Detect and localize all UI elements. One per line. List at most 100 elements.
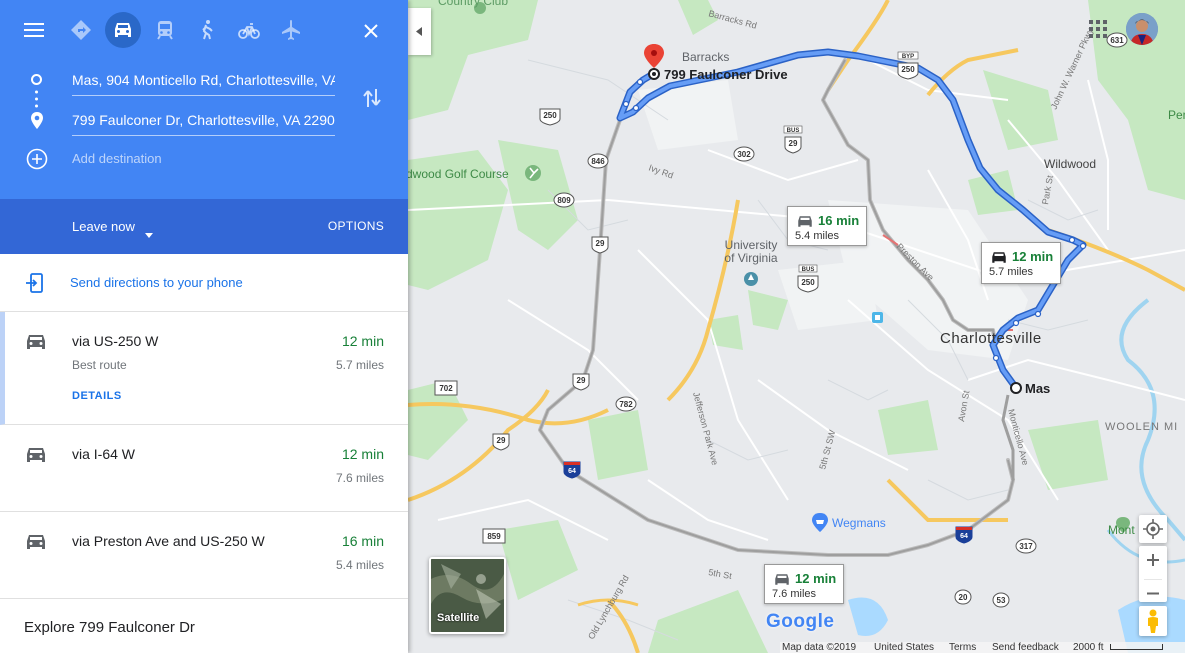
region-label[interactable]: United States: [874, 642, 934, 653]
map-background[interactable]: 250 250 250 29 29 29 29 64 64 846 302 80…: [408, 0, 1185, 653]
scale-bar[interactable]: [1110, 644, 1163, 650]
transit-icon[interactable]: [147, 12, 183, 48]
route-time: 12 min: [341, 333, 384, 349]
destination-pin-icon: [30, 112, 44, 130]
svg-text:29: 29: [596, 239, 605, 248]
map-label-pen: Pen: [1168, 108, 1185, 122]
directions-icon[interactable]: [63, 12, 99, 48]
route-option-3[interactable]: via Preston Ave and US-250 W 16 min 5.4 …: [0, 512, 408, 599]
avatar[interactable]: [1126, 13, 1158, 45]
send-directions-link[interactable]: Send directions to your phone: [70, 275, 243, 290]
svg-text:317: 317: [1019, 542, 1033, 551]
route-distance: 5.4 miles: [335, 558, 384, 572]
route-option-1[interactable]: via US-250 W Best route DETAILS 12 min 5…: [0, 312, 408, 425]
svg-text:250: 250: [543, 111, 557, 120]
callout-distance: 5.7 miles: [989, 266, 1034, 278]
leave-now-dropdown[interactable]: Leave now: [72, 219, 135, 234]
map-label-woolen: WOOLEN MI: [1105, 421, 1179, 433]
send-to-phone-icon: [25, 273, 45, 293]
origin-circle-icon: [31, 74, 42, 85]
svg-text:29: 29: [789, 139, 798, 148]
callout-distance: 7.6 miles: [772, 588, 817, 600]
car-icon: [798, 216, 812, 227]
leave-options-bar: Leave now OPTIONS: [0, 199, 408, 254]
street-view-button[interactable]: [1139, 606, 1167, 636]
add-circle-icon[interactable]: [26, 148, 48, 170]
route-time: 12 min: [341, 446, 384, 462]
route-note: Best route: [72, 358, 127, 372]
google-logo: Google: [766, 611, 835, 632]
flight-icon[interactable]: [273, 12, 309, 48]
svg-text:BUS: BUS: [787, 128, 800, 134]
collapse-panel-button[interactable]: [408, 8, 431, 55]
map-label-club: Country Club: [438, 0, 509, 8]
zoom-out-icon[interactable]: [1139, 580, 1167, 607]
map-label-monti: Mont: [1108, 523, 1135, 537]
details-link[interactable]: DETAILS: [72, 390, 122, 402]
svg-text:20: 20: [959, 593, 968, 602]
route-via: via US-250 W: [72, 333, 159, 349]
travel-mode-bar: [0, 12, 408, 52]
satellite-label: Satellite: [437, 612, 480, 624]
svg-text:BYP: BYP: [902, 54, 914, 60]
send-to-phone-row[interactable]: Send directions to your phone: [0, 254, 408, 312]
svg-text:64: 64: [568, 468, 576, 475]
route-option-2[interactable]: via I-64 W 12 min 7.6 miles: [0, 425, 408, 512]
car-icon: [992, 252, 1006, 263]
my-location-icon: [1143, 519, 1163, 539]
my-location-button[interactable]: [1139, 515, 1167, 543]
walk-icon[interactable]: [189, 12, 225, 48]
map-label-wegmans: Wegmans: [832, 516, 886, 530]
options-button[interactable]: OPTIONS: [328, 219, 384, 233]
car-icon: [24, 445, 48, 465]
svg-text:250: 250: [801, 278, 815, 287]
callout-time: 12 min: [795, 571, 837, 586]
car-icon[interactable]: [105, 12, 141, 48]
car-icon: [775, 574, 789, 585]
explore-heading: Explore 799 Faulconer Dr: [24, 619, 195, 636]
scale-label[interactable]: 2000 ft: [1073, 642, 1104, 653]
map-label-wildwood: Wildwood: [1044, 157, 1097, 171]
destination-input[interactable]: 799 Faulconer Dr, Charlottesville, VA 22…: [72, 110, 335, 136]
svg-text:29: 29: [577, 376, 586, 385]
satellite-toggle[interactable]: Satellite: [429, 557, 506, 634]
svg-text:846: 846: [591, 157, 605, 166]
pegman-icon: [1148, 609, 1158, 633]
directions-panel: Mas, 904 Monticello Rd, Charlottesville,…: [0, 0, 408, 653]
route-via: via Preston Ave and US-250 W: [72, 533, 265, 549]
bike-icon[interactable]: [231, 12, 267, 48]
route-callout-3[interactable]: 12 min 7.6 miles: [764, 564, 844, 604]
route-distance: 5.7 miles: [335, 358, 384, 372]
origin-map-label[interactable]: Mas: [1025, 381, 1050, 396]
apps-grid-icon[interactable]: [1089, 20, 1107, 38]
callout-distance: 5.4 miles: [795, 230, 840, 242]
route-distance: 7.6 miles: [335, 471, 384, 485]
destination-map-label[interactable]: 799 Faulconer Drive: [664, 67, 788, 82]
close-icon[interactable]: [362, 22, 380, 40]
menu-icon[interactable]: [24, 22, 46, 38]
route-callout-2[interactable]: 12 min 5.7 miles: [981, 242, 1061, 284]
svg-text:250: 250: [901, 65, 915, 74]
svg-text:302: 302: [737, 150, 751, 159]
route-time: 16 min: [341, 533, 384, 549]
zoom-controls: [1139, 546, 1167, 602]
svg-text:64: 64: [960, 533, 968, 540]
svg-text:29: 29: [497, 436, 506, 445]
route-callout-1[interactable]: 16 min 5.4 miles: [787, 206, 867, 246]
dropdown-arrow-icon[interactable]: [145, 225, 153, 238]
car-icon: [24, 532, 48, 552]
map-data-credit: Map data ©2019: [782, 642, 857, 653]
svg-text:BUS: BUS: [802, 267, 815, 273]
add-destination-input[interactable]: Add destination: [72, 149, 335, 175]
map-canvas[interactable]: 250 250 250 29 29 29 29 64 64 846 302 80…: [408, 0, 1185, 653]
car-icon: [24, 332, 48, 352]
callout-time: 12 min: [1012, 249, 1054, 264]
send-feedback-link[interactable]: Send feedback: [992, 642, 1059, 653]
swap-icon[interactable]: [362, 87, 382, 109]
terms-link[interactable]: Terms: [949, 642, 976, 653]
svg-text:702: 702: [439, 384, 453, 393]
svg-text:53: 53: [997, 596, 1006, 605]
add-destination-row[interactable]: Add destination: [0, 139, 408, 179]
zoom-in-icon[interactable]: [1139, 546, 1167, 574]
origin-input[interactable]: Mas, 904 Monticello Rd, Charlottesville,…: [72, 70, 335, 96]
